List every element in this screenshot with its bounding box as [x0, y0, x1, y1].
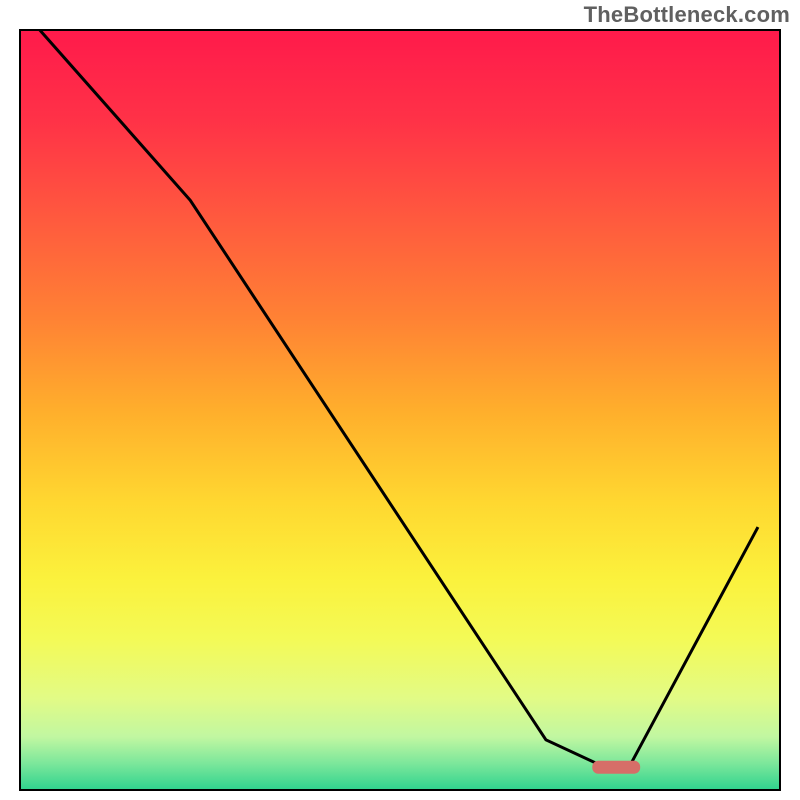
bottleneck-chart [0, 0, 800, 800]
optimal-marker [592, 761, 640, 774]
plot-background [20, 30, 780, 790]
chart-stage: TheBottleneck.com [0, 0, 800, 800]
